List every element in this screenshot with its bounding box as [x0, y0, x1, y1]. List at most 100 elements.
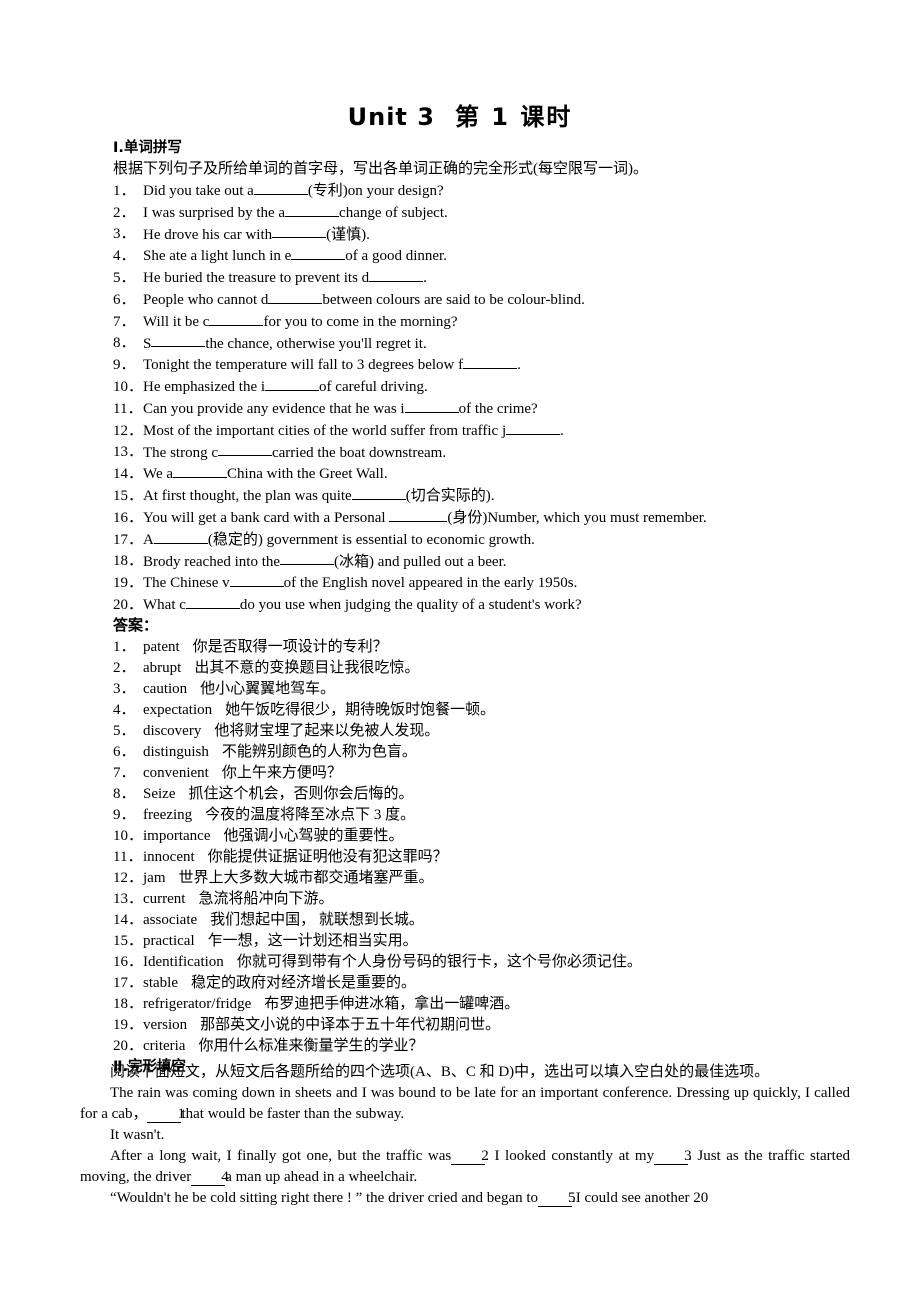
question-item: 17．A (稳定的) government is essential to eco…	[113, 529, 873, 551]
answer-translation: 他小心翼翼地驾车。	[200, 680, 336, 697]
answer-word: practical	[143, 932, 195, 949]
question-item: 10．He emphasized the i of careful driving…	[113, 376, 873, 398]
cloze-text: .I could see another 20	[572, 1190, 709, 1206]
answer-blank[interactable]	[285, 202, 340, 217]
question-item: 1． Did you take out a (专利)on your design?	[113, 180, 873, 202]
answer-blank[interactable]	[265, 376, 320, 391]
answer-number: 15．	[113, 932, 144, 949]
answer-translation: 你能提供证据证明他没有犯这罪吗？	[207, 848, 448, 865]
answer-number: 14．	[113, 911, 144, 928]
cloze-text: . I looked constantly at my	[485, 1148, 655, 1164]
answer-item: 11．innocent 你能提供证据证明他没有犯这罪吗？	[113, 847, 873, 868]
question-number: 5．	[113, 269, 136, 286]
question-text-before: The Chinese v	[143, 575, 230, 592]
question-text-before: Can you provide any evidence that he was…	[143, 400, 405, 417]
answer-blank[interactable]	[404, 398, 459, 413]
question-text-after: of a good dinner.	[345, 248, 447, 265]
cloze-blank-3[interactable]: 3	[654, 1149, 692, 1165]
page-title-unit: Unit 3	[347, 103, 435, 131]
answer-key-list: 1． patent 你是否取得一项设计的专利？ 2． abrupt 出其不意的变换题目让…	[113, 637, 873, 1057]
answer-word: distinguish	[143, 743, 209, 760]
answer-translation: 你用什么标准来衡量学生的学业？	[198, 1037, 424, 1054]
question-number: 1．	[113, 182, 136, 199]
question-number: 8．	[113, 335, 136, 352]
question-text-before: What c	[143, 596, 186, 613]
word-spelling-question-list: 1． Did you take out a (专利)on your design? …	[113, 180, 873, 616]
answer-word: innocent	[143, 848, 195, 865]
question-number: 20．	[113, 596, 144, 613]
question-item: 12．Most of the important cities of the w…	[113, 420, 873, 442]
answer-blank[interactable]	[291, 245, 346, 261]
cloze-blank-1[interactable]: 1	[147, 1107, 185, 1123]
question-text-after: carried the boat downstream.	[271, 444, 447, 461]
answer-blank[interactable]	[506, 420, 561, 435]
answer-word: version	[143, 1016, 188, 1033]
question-item: 2． I was surprised by the a change of subj…	[113, 202, 873, 224]
question-text-after: .	[423, 269, 427, 286]
question-item: 11．Can you provide any evidence that he …	[113, 398, 873, 420]
question-item: 9． Tonight the temperature will fall to 3…	[113, 354, 873, 376]
answer-blank[interactable]	[151, 333, 206, 348]
cloze-text: After a long wait, I finally got one, bu…	[110, 1148, 452, 1164]
question-text-after: (谨慎).	[326, 226, 370, 243]
answer-translation: 他将财宝埋了起来以免被人发现。	[214, 722, 440, 739]
answer-blank[interactable]	[229, 572, 284, 588]
question-text-after: .	[517, 357, 521, 374]
cloze-text: a man up ahead in a wheelchair.	[225, 1169, 418, 1185]
answer-blank[interactable]	[268, 289, 323, 304]
answer-word: patent	[143, 638, 180, 655]
answers-heading: 答案：	[113, 617, 159, 634]
answer-blank[interactable]	[272, 224, 327, 239]
cloze-blank-2[interactable]: 2	[451, 1149, 489, 1165]
answer-blank[interactable]	[173, 463, 228, 479]
cloze-blank-4[interactable]: 4	[191, 1170, 229, 1186]
question-number: 18．	[113, 553, 144, 570]
question-number: 2．	[113, 204, 136, 221]
question-text-before: Brody reached into the	[143, 553, 281, 570]
answer-blank[interactable]	[351, 485, 406, 500]
answer-word: abrupt	[143, 659, 182, 676]
question-item: 20．What c do you use when judging the qua…	[113, 594, 873, 616]
answer-translation: 你是否取得一项设计的专利？	[192, 638, 388, 655]
page-title: Unit 3 第 1 课时	[0, 97, 920, 132]
answer-word: criteria	[143, 1037, 186, 1054]
answer-blank[interactable]	[209, 311, 264, 326]
answer-item: 13．current 急流将船冲向下游。	[113, 889, 873, 910]
answer-blank[interactable]	[369, 267, 424, 282]
answer-number: 17．	[113, 974, 144, 991]
question-item: 7． Will it be c for you to come in the mor…	[113, 311, 873, 333]
answer-translation: 抓住这个机会，否则你会后悔的。	[188, 785, 414, 802]
answer-blank[interactable]	[463, 354, 518, 370]
answer-translation: 布罗迪把手伸进冰箱，拿出一罐啤酒。	[264, 995, 520, 1012]
cloze-paragraph-2: It wasn't.	[110, 1127, 165, 1143]
answer-word: refrigerator/fridge	[143, 995, 252, 1012]
answer-number: 16．	[113, 953, 144, 970]
answer-blank[interactable]	[217, 442, 272, 457]
answer-word: discovery	[143, 722, 202, 739]
answer-blank[interactable]	[185, 594, 240, 609]
page-title-lesson: 第 1 课时	[454, 103, 573, 131]
question-item: 16．You will get a bank card with a Perso…	[113, 507, 873, 529]
answer-item: 2． abrupt 出其不意的变换题目让我很吃惊。	[113, 658, 873, 679]
answer-word: importance	[143, 827, 211, 844]
answer-item: 12．jam 世界上大多数大城市都交通堵塞严重。	[113, 868, 873, 889]
answer-number: 4．	[113, 701, 136, 718]
question-item: 14．We a China with the Greet Wall.	[113, 463, 873, 485]
answer-translation: 出其不意的变换题目让我很吃惊。	[194, 659, 420, 676]
question-text-before: She ate a light lunch in e	[143, 248, 292, 265]
section-1-heading: Ⅰ.单词拼写	[113, 140, 182, 156]
answer-blank[interactable]	[253, 180, 308, 195]
question-number: 15．	[113, 487, 144, 504]
answer-item: 4． expectation 她午饭吃得很少，期待晚饭时饱餐一顿。	[113, 700, 873, 721]
question-text-before: You will get a bank card with a Personal	[143, 509, 390, 526]
cloze-blank-5[interactable]: 5	[538, 1191, 576, 1207]
question-item: 8． Sthe chance, otherwise you'll regret i…	[113, 333, 873, 355]
answer-blank[interactable]	[280, 551, 335, 566]
answer-number: 12．	[113, 869, 144, 886]
question-text-after: (切合实际的).	[405, 487, 495, 504]
answer-blank[interactable]	[389, 507, 448, 522]
question-text-after: (专利)on your design?	[307, 182, 444, 199]
answer-item: 14．associate 我们想起中国， 就联想到长城。	[113, 910, 873, 931]
answer-blank[interactable]	[153, 529, 208, 544]
question-item: 3． He drove his car with (谨慎).	[113, 224, 873, 246]
